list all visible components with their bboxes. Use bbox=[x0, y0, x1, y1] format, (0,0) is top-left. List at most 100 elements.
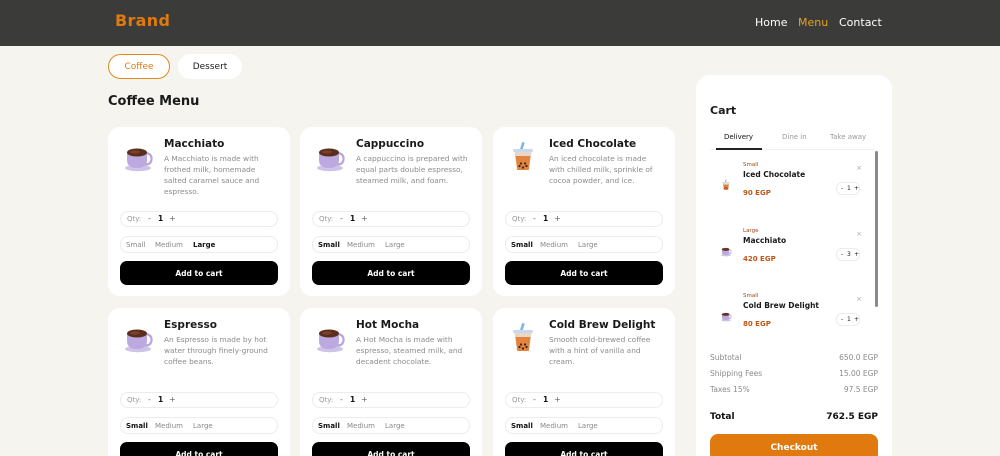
tab-take-away[interactable]: Take away bbox=[830, 133, 866, 141]
checkout-button[interactable]: Checkout bbox=[710, 434, 878, 456]
cart-title: Cart bbox=[710, 104, 737, 117]
qty-increase-button[interactable]: + bbox=[361, 395, 368, 404]
cart-qty-increase-button[interactable]: + bbox=[854, 251, 859, 258]
taxes-label: Taxes 15% bbox=[710, 385, 750, 394]
size-option-large[interactable]: Large bbox=[193, 422, 213, 430]
product-description: A Hot Mocha is made with espresso, steam… bbox=[356, 335, 463, 366]
cart-qty-decrease-button[interactable]: - bbox=[841, 251, 843, 258]
qty-label: Qty: bbox=[319, 396, 334, 404]
size-option-medium[interactable]: Medium bbox=[347, 422, 375, 430]
add-to-cart-button[interactable]: Add to cart bbox=[505, 442, 663, 456]
add-to-cart-button[interactable]: Add to cart bbox=[505, 261, 663, 285]
quantity-stepper: Qty: - 1 + bbox=[312, 392, 470, 408]
qty-value: 1 bbox=[543, 395, 549, 404]
qty-decrease-button[interactable]: - bbox=[533, 214, 536, 223]
size-option-large[interactable]: Large bbox=[578, 422, 598, 430]
product-name: Espresso bbox=[164, 319, 217, 331]
nav-contact[interactable]: Contact bbox=[839, 16, 882, 29]
cart-qty-value: 1 bbox=[847, 185, 851, 192]
product-name: Iced Chocolate bbox=[549, 138, 637, 150]
nav-menu[interactable]: Menu bbox=[798, 16, 828, 29]
tab-delivery[interactable]: Delivery bbox=[724, 133, 753, 141]
cart-item-name: Iced Chocolate bbox=[743, 170, 806, 179]
hot-cup-icon bbox=[122, 141, 154, 173]
shipping-value: 15.00 EGP bbox=[839, 369, 878, 378]
cart-qty-increase-button[interactable]: + bbox=[854, 185, 859, 192]
cart-qty-increase-button[interactable]: + bbox=[854, 316, 859, 323]
size-option-medium[interactable]: Medium bbox=[155, 241, 183, 249]
size-selector: Small Medium Large bbox=[312, 417, 470, 434]
size-option-medium[interactable]: Medium bbox=[540, 422, 568, 430]
add-to-cart-button[interactable]: Add to cart bbox=[120, 442, 278, 456]
remove-item-icon[interactable]: × bbox=[856, 164, 862, 172]
cart-item-size: Small bbox=[743, 162, 759, 168]
qty-decrease-button[interactable]: - bbox=[533, 395, 536, 404]
taxes-row: Taxes 15% 97.5 EGP bbox=[710, 385, 878, 394]
quantity-stepper: Qty: - 1 + bbox=[505, 211, 663, 227]
qty-decrease-button[interactable]: - bbox=[148, 214, 151, 223]
remove-item-icon[interactable]: × bbox=[856, 230, 862, 238]
cart-qty-value: 1 bbox=[847, 316, 851, 323]
qty-increase-button[interactable]: + bbox=[169, 395, 176, 404]
cart-qty-decrease-button[interactable]: - bbox=[841, 316, 843, 323]
cart-item-price: 90 EGP bbox=[743, 189, 771, 197]
qty-label: Qty: bbox=[127, 215, 142, 223]
top-navbar: Brand Home Menu Contact bbox=[0, 0, 1000, 46]
qty-increase-button[interactable]: + bbox=[361, 214, 368, 223]
quantity-stepper: Qty: - 1 + bbox=[120, 392, 278, 408]
iced-drink-icon bbox=[507, 322, 539, 354]
size-option-small[interactable]: Small bbox=[511, 422, 533, 430]
qty-increase-button[interactable]: + bbox=[554, 214, 561, 223]
cart-item-name: Cold Brew Delight bbox=[743, 301, 819, 310]
add-to-cart-button[interactable]: Add to cart bbox=[312, 442, 470, 456]
size-option-medium[interactable]: Medium bbox=[155, 422, 183, 430]
nav-home[interactable]: Home bbox=[755, 16, 787, 29]
shipping-row: Shipping Fees 15.00 EGP bbox=[710, 369, 878, 378]
product-description: Smooth cold-brewed coffee with a hint of… bbox=[549, 335, 651, 366]
size-option-medium[interactable]: Medium bbox=[347, 241, 375, 249]
product-card: Iced Chocolate An iced chocolate is made… bbox=[493, 127, 675, 296]
category-coffee-button[interactable]: Coffee bbox=[108, 54, 170, 79]
category-dessert-button[interactable]: Dessert bbox=[178, 54, 242, 79]
remove-item-icon[interactable]: × bbox=[856, 295, 862, 303]
qty-value: 1 bbox=[158, 395, 164, 404]
quantity-stepper: Qty: - 1 + bbox=[120, 211, 278, 227]
qty-label: Qty: bbox=[512, 396, 527, 404]
qty-increase-button[interactable]: + bbox=[169, 214, 176, 223]
size-selector: Small Medium Large bbox=[312, 236, 470, 253]
qty-decrease-button[interactable]: - bbox=[148, 395, 151, 404]
product-name: Macchiato bbox=[164, 138, 225, 150]
brand-logo[interactable]: Brand bbox=[115, 11, 170, 30]
qty-increase-button[interactable]: + bbox=[554, 395, 561, 404]
add-to-cart-button[interactable]: Add to cart bbox=[312, 261, 470, 285]
size-option-small[interactable]: Small bbox=[318, 241, 340, 249]
size-option-large[interactable]: Large bbox=[385, 241, 405, 249]
size-option-small[interactable]: Small bbox=[318, 422, 340, 430]
size-option-small[interactable]: Small bbox=[511, 241, 533, 249]
active-tab-indicator bbox=[716, 148, 762, 150]
cart-item-name: Macchiato bbox=[743, 236, 787, 245]
qty-decrease-button[interactable]: - bbox=[340, 395, 343, 404]
product-card: Hot Mocha A Hot Mocha is made with espre… bbox=[300, 308, 482, 456]
size-selector: Small Medium Large bbox=[120, 236, 278, 253]
subtotal-label: Subtotal bbox=[710, 353, 742, 362]
size-option-small[interactable]: Small bbox=[126, 422, 148, 430]
menu-title: Coffee Menu bbox=[108, 94, 200, 109]
cart-scrollbar[interactable] bbox=[875, 151, 878, 307]
subtotal-row: Subtotal 650.0 EGP bbox=[710, 353, 878, 362]
size-option-large[interactable]: Large bbox=[385, 422, 405, 430]
total-value: 762.5 EGP bbox=[826, 412, 878, 422]
cart-item: Small Iced Chocolate 90 EGP × - 1 + bbox=[710, 161, 870, 221]
add-to-cart-button[interactable]: Add to cart bbox=[120, 261, 278, 285]
size-option-small[interactable]: Small bbox=[126, 241, 145, 249]
size-selector: Small Medium Large bbox=[505, 417, 663, 434]
size-option-medium[interactable]: Medium bbox=[540, 241, 568, 249]
tab-dine-in[interactable]: Dine in bbox=[782, 133, 807, 141]
quantity-stepper: Qty: - 1 + bbox=[312, 211, 470, 227]
cart-item-size: Large bbox=[743, 228, 759, 234]
size-option-large[interactable]: Large bbox=[193, 241, 215, 249]
cart-qty-decrease-button[interactable]: - bbox=[841, 185, 843, 192]
size-selector: Small Medium Large bbox=[505, 236, 663, 253]
qty-decrease-button[interactable]: - bbox=[340, 214, 343, 223]
size-option-large[interactable]: Large bbox=[578, 241, 598, 249]
